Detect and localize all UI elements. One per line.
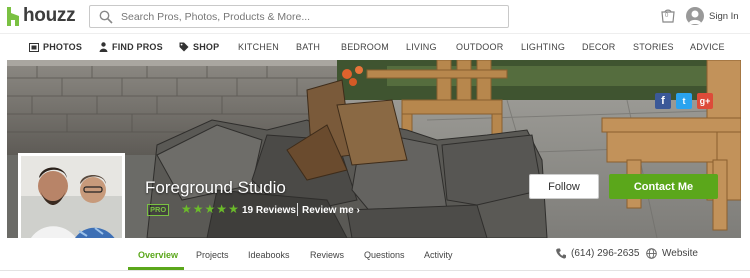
person-icon [99,42,108,52]
profile-tabs: Overview Projects Ideabooks Reviews Ques… [0,238,750,271]
twitter-share-button[interactable]: t [676,93,692,109]
photos-icon [29,42,39,52]
review-me-link[interactable]: Review me › [302,205,360,216]
facebook-share-button[interactable]: f [655,93,671,109]
star-rating: ★ ★ ★ ★ ★ [181,203,240,216]
nav-label: DECOR [582,42,616,52]
tab-overview[interactable]: Overview [138,250,178,260]
tab-questions[interactable]: Questions [364,250,405,260]
houzz-logo[interactable]: houzz [7,5,76,27]
twitter-icon: t [682,96,686,106]
google-plus-icon: g+ [699,96,711,106]
logo-text: houzz [23,5,76,26]
tab-projects[interactable]: Projects [196,250,229,260]
search-icon [99,10,113,24]
nav-label: BATH [296,42,321,52]
facebook-icon: f [661,95,665,107]
nav-label: ADVICE [690,42,725,52]
cover-banner: f t g+ Foreground Studio PRO ★ ★ ★ ★ ★ 1… [7,60,741,238]
nav-label: PHOTOS [43,42,83,52]
nav-item-photos[interactable]: PHOTOS [29,42,82,52]
tab-reviews[interactable]: Reviews [310,250,344,260]
houzz-logo-icon [7,6,19,26]
website-label: Website [662,248,698,259]
pro-badge: PRO [147,204,170,216]
star-icon: ★ [204,202,216,216]
follow-button[interactable]: Follow [529,174,599,199]
profile-photo-image [21,156,122,238]
google-plus-share-button[interactable]: g+ [697,93,713,109]
nav-label: OUTDOOR [456,42,504,52]
contact-me-button[interactable]: Contact Me [609,174,718,199]
top-bar: houzz 0 Sign In [0,0,750,33]
nav-label: BEDROOM [341,42,389,52]
nav-item-decor[interactable]: DECOR [582,42,616,52]
nav-label: LIGHTING [521,42,566,52]
website-link[interactable]: Website [646,248,698,259]
nav-label: STORIES [633,42,674,52]
tab-ideabooks[interactable]: Ideabooks [248,250,290,260]
nav-item-outdoor[interactable]: OUTDOOR [456,42,503,52]
reviews-count-link[interactable]: 19 Reviews [242,205,296,216]
sign-in-link[interactable]: Sign In [709,11,739,22]
tag-icon [179,42,189,52]
phone-number: (614) 296-2635 [571,248,640,259]
active-tab-indicator [128,267,184,270]
nav-item-bath[interactable]: BATH [296,42,320,52]
nav-item-shop[interactable]: SHOP [179,42,219,52]
nav-item-bedroom[interactable]: BEDROOM [341,42,389,52]
nav-label: FIND PROS [112,42,163,52]
search-bar[interactable] [89,5,509,28]
tab-activity[interactable]: Activity [424,250,453,260]
nav-label: KITCHEN [238,42,279,52]
main-nav: PHOTOS FIND PROS SHOP KITCHEN BATH BEDRO… [0,33,750,60]
divider [297,203,298,216]
phone-link[interactable]: (614) 296-2635 [556,248,639,259]
profile-name: Foreground Studio [145,178,286,197]
nav-item-stories[interactable]: STORIES [633,42,674,52]
review-me-label: Review me [302,205,354,216]
profile-photo[interactable] [18,153,125,238]
phone-icon [556,248,566,259]
user-icon [688,10,702,24]
star-icon: ★ [228,202,239,216]
nav-item-living[interactable]: LIVING [406,42,437,52]
nav-item-lighting[interactable]: LIGHTING [521,42,565,52]
cart-button[interactable]: 0 [660,8,676,24]
chevron-right-icon: › [353,205,360,216]
star-icon: ★ [192,202,204,216]
cart-count: 0 [665,13,669,19]
nav-item-find-pros[interactable]: FIND PROS [99,42,163,52]
nav-label: LIVING [406,42,437,52]
search-input[interactable] [121,10,501,23]
user-avatar[interactable] [686,7,704,25]
globe-icon [646,248,657,259]
nav-item-advice[interactable]: ADVICE [690,42,725,52]
star-icon: ★ [216,202,228,216]
nav-item-kitchen[interactable]: KITCHEN [238,42,279,52]
nav-label: SHOP [193,42,220,52]
star-icon: ★ [181,202,192,216]
